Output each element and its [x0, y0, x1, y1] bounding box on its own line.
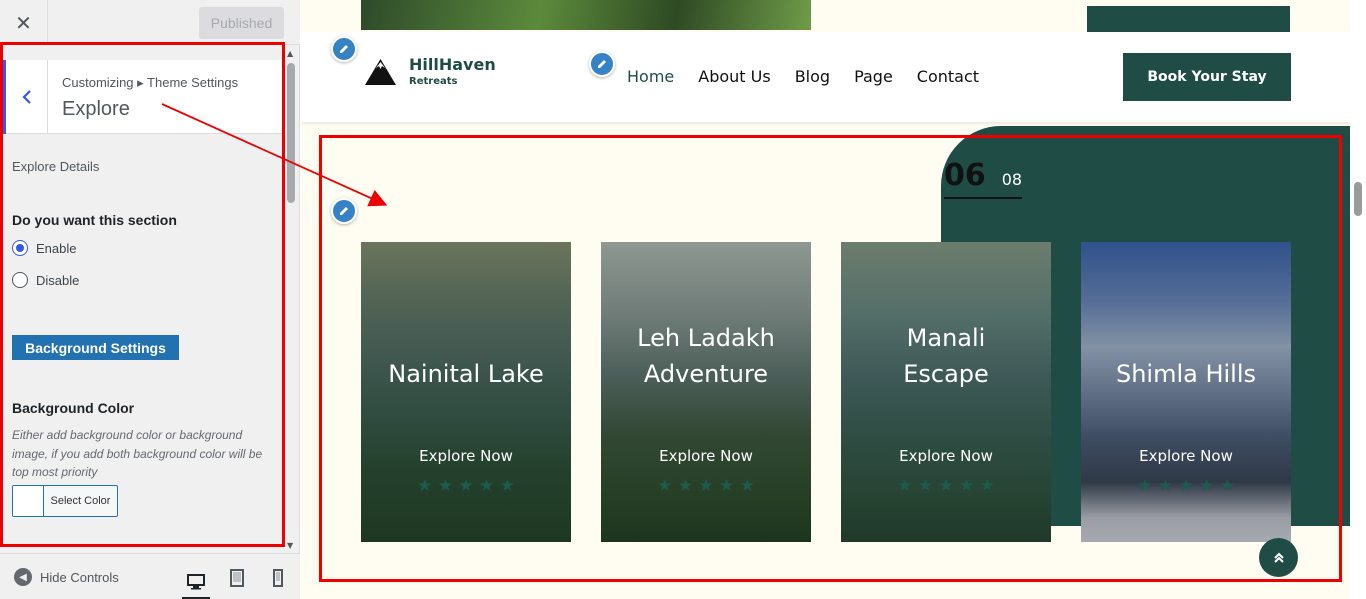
card-title: Leh Ladakh Adventure: [637, 324, 775, 388]
destination-card[interactable]: Manali Escape Explore Now ★ ★ ★ ★ ★: [841, 242, 1051, 542]
background-color-description: Either add background color or backgroun…: [12, 428, 263, 479]
destination-card[interactable]: Shimla Hills Explore Now ★ ★ ★ ★ ★: [1081, 242, 1291, 542]
enable-radio-option[interactable]: Enable: [12, 240, 76, 256]
previous-section-button[interactable]: [1087, 6, 1290, 32]
edit-section-pencil-icon[interactable]: [331, 198, 357, 224]
hide-controls-label: Hide Controls: [40, 569, 119, 585]
desktop-icon: [187, 573, 205, 589]
mobile-preview-button[interactable]: [264, 566, 292, 590]
panel-title: Explore: [62, 98, 130, 120]
desktop-preview-button[interactable]: [182, 566, 210, 599]
destination-card[interactable]: Nainital Lake Explore Now ★ ★ ★ ★ ★: [361, 242, 571, 542]
customizer-sidebar: ✕ Published Customizing ▸ Theme Settings…: [0, 0, 300, 599]
tablet-preview-button[interactable]: [223, 566, 251, 590]
explore-now-link[interactable]: Explore Now: [601, 447, 811, 465]
rating-stars: ★ ★ ★ ★ ★: [657, 476, 755, 496]
customizer-header: ✕ Published: [0, 0, 300, 45]
mountain-logo-icon: [365, 59, 396, 85]
published-button[interactable]: Published: [199, 7, 284, 39]
card-title: Shimla Hills: [1115, 360, 1257, 388]
explore-section: 06 08 Nainital Lake Explore Now ★ ★ ★ ★ …: [301, 122, 1350, 599]
chevron-left-icon: [21, 90, 31, 104]
hide-controls-button[interactable]: ◀ Hide Controls: [14, 568, 119, 586]
nav-item-home[interactable]: Home: [627, 67, 674, 86]
tablet-icon: [230, 569, 244, 587]
background-settings-heading: Background Settings: [12, 335, 179, 360]
rating-stars: ★ ★ ★ ★ ★: [897, 476, 995, 496]
section-toggle-title: Do you want this section: [12, 212, 177, 228]
site-preview: HillHaven Retreats Home About Us Blog Pa…: [301, 0, 1350, 599]
scroll-up-arrow-icon[interactable]: ▲: [287, 49, 293, 58]
disable-label: Disable: [36, 272, 80, 288]
rating-stars: ★ ★ ★ ★ ★: [1137, 476, 1235, 496]
double-chevron-up-icon: [1273, 552, 1284, 563]
preview-scroll-thumb[interactable]: [1354, 182, 1362, 216]
card-title: Nainital Lake: [388, 360, 544, 388]
brand-name: HillHaven: [409, 55, 496, 74]
card-title: Manali Escape: [903, 324, 989, 388]
background-color-title: Background Color: [12, 400, 135, 416]
preview-scrollbar[interactable]: [1350, 0, 1366, 599]
close-customizer-button[interactable]: ✕: [0, 0, 48, 45]
previous-section-image: [361, 0, 811, 30]
brand-tagline: Retreats: [409, 76, 458, 87]
nav-item-contact[interactable]: Contact: [917, 67, 979, 86]
edit-menu-pencil-icon[interactable]: [589, 51, 615, 77]
breadcrumb: Customizing ▸ Theme Settings: [62, 75, 239, 90]
edit-logo-pencil-icon[interactable]: [331, 36, 357, 62]
customizer-footer: ◀ Hide Controls: [0, 553, 300, 599]
logo-text: HillHaven Retreats: [409, 55, 496, 87]
select-color-label: Select Color: [50, 495, 111, 507]
destination-card[interactable]: Leh Ladakh Adventure Explore Now ★ ★ ★ ★…: [601, 242, 811, 542]
nav-item-page[interactable]: Page: [854, 67, 893, 86]
color-swatch: [13, 486, 44, 516]
back-button[interactable]: [2, 60, 48, 134]
explore-now-link[interactable]: Explore Now: [361, 447, 571, 465]
rating-stars: ★ ★ ★ ★ ★: [417, 476, 515, 496]
counter-current: 06: [944, 158, 986, 193]
disable-radio[interactable]: [12, 272, 28, 288]
panel-header: Customizing ▸ Theme Settings Explore: [2, 60, 282, 134]
mobile-icon: [273, 569, 283, 587]
slide-counter: 06 08: [944, 158, 1022, 199]
close-icon: ✕: [15, 10, 32, 35]
sidebar-scrollbar[interactable]: ▲ ▼: [284, 45, 299, 552]
nav-item-blog[interactable]: Blog: [795, 67, 830, 86]
disable-radio-option[interactable]: Disable: [12, 272, 79, 288]
book-your-stay-button[interactable]: Book Your Stay: [1123, 53, 1291, 101]
select-color-button[interactable]: Select Color: [12, 485, 118, 517]
main-nav: Home About Us Blog Page Contact: [627, 67, 979, 86]
sidebar-scroll-thumb[interactable]: [287, 63, 295, 203]
explore-now-link[interactable]: Explore Now: [841, 447, 1051, 465]
scroll-down-arrow-icon[interactable]: ▼: [287, 541, 293, 550]
scroll-to-top-button[interactable]: [1259, 538, 1298, 577]
section-label: Explore Details: [12, 159, 100, 174]
collapse-icon: ◀: [14, 568, 32, 586]
site-logo[interactable]: HillHaven Retreats: [364, 55, 496, 87]
enable-radio[interactable]: [12, 240, 28, 256]
nav-item-about-us[interactable]: About Us: [698, 67, 770, 86]
site-header: HillHaven Retreats Home About Us Blog Pa…: [301, 32, 1350, 122]
enable-label: Enable: [36, 240, 77, 256]
counter-total: 08: [1001, 170, 1023, 189]
explore-now-link[interactable]: Explore Now: [1081, 447, 1291, 465]
